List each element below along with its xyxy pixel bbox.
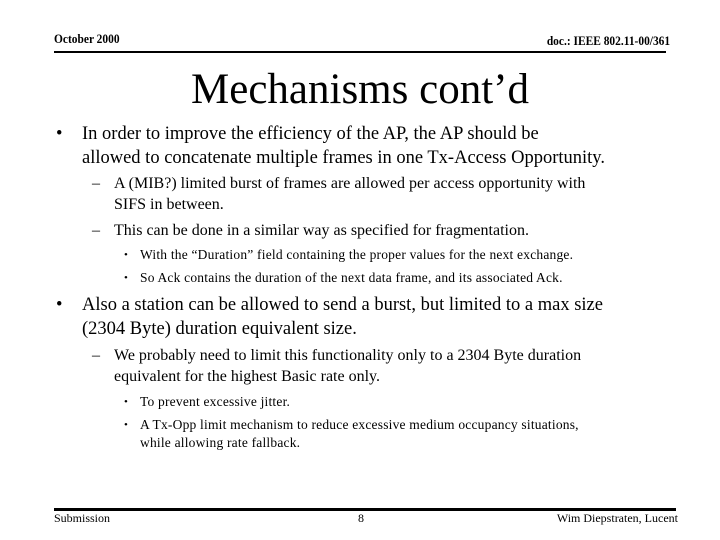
bullet-text-line: A (MIB?) limited burst of frames are all… — [114, 175, 586, 192]
bullet-text-line: equivalent for the highest Basic rate on… — [114, 368, 380, 385]
bullet-text-line: Also a station can be allowed to send a … — [82, 295, 603, 315]
bullet-marker: • — [124, 419, 129, 431]
dash-marker: – — [92, 175, 100, 192]
bullet-level3: • With the “Duration” field containing t… — [124, 246, 660, 264]
bullet-marker: • — [124, 396, 129, 408]
bullet-text-line: We probably need to limit this functiona… — [114, 347, 582, 364]
header-divider — [54, 51, 666, 53]
header-doc-id: doc.: IEEE 802.11-00/361 — [546, 33, 670, 48]
bullet-text-line: while allowing rate fallback. — [140, 435, 301, 450]
footer-author: Wim Diepstraten, Lucent — [556, 511, 678, 525]
header-date: October 2000 — [54, 31, 120, 46]
bullet-text-line: SIFS in between. — [114, 196, 224, 213]
dash-marker: – — [92, 222, 100, 239]
bullet-marker: • — [124, 272, 129, 284]
footer-page-number: 8 — [358, 511, 364, 525]
bullet-text-line: (2304 Byte) duration equivalent size. — [82, 319, 357, 339]
bullet-text-line: With the “Duration” field containing the… — [140, 247, 574, 262]
bullet-text-line: This can be done in a similar way as spe… — [114, 222, 529, 239]
bullet-text-line: In order to improve the efficiency of th… — [82, 124, 539, 144]
bullet-level3: • To prevent excessive jitter. — [124, 393, 660, 411]
bullet-text-line: So Ack contains the duration of the next… — [140, 270, 563, 285]
bullet-level3: • A Tx-Opp limit mechanism to reduce exc… — [124, 416, 660, 452]
bullet-level2: – A (MIB?) limited burst of frames are a… — [92, 173, 674, 215]
bullet-level1: • Also a station can be allowed to send … — [56, 293, 682, 341]
bullet-level1: • In order to improve the efficiency of … — [56, 122, 682, 170]
dash-marker: – — [92, 347, 100, 364]
bullet-marker: • — [56, 124, 63, 144]
bullet-text-line: allowed to concatenate multiple frames i… — [82, 148, 605, 168]
bullet-level2: – We probably need to limit this functio… — [92, 345, 674, 387]
bullet-text-line: To prevent excessive jitter. — [140, 394, 291, 409]
bullet-text-line: A Tx-Opp limit mechanism to reduce exces… — [140, 417, 579, 432]
footer-submission: Submission — [54, 511, 111, 525]
bullet-level3: • So Ack contains the duration of the ne… — [124, 269, 660, 287]
slide-title: Mechanisms cont’d — [191, 66, 529, 113]
bullet-marker: • — [124, 249, 129, 261]
bullet-marker: • — [56, 295, 63, 315]
bullet-level2: – This can be done in a similar way as s… — [92, 220, 674, 241]
